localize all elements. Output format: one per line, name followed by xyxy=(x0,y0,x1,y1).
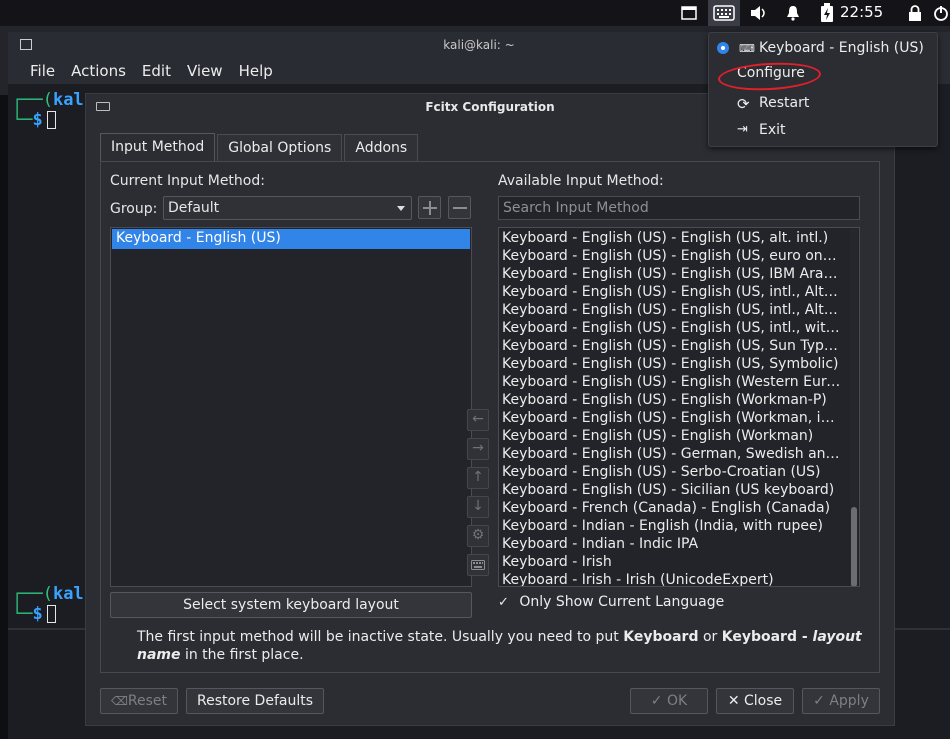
list-item[interactable]: Keyboard - English (US) - English (US, i… xyxy=(499,283,841,301)
available-input-method-list[interactable]: Keyboard - English (US) - English (US, a… xyxy=(498,227,860,587)
chevron-down-icon xyxy=(397,206,405,211)
list-item[interactable]: Keyboard - French (Canada) - English (Ca… xyxy=(499,499,841,517)
tab-global-options[interactable]: Global Options xyxy=(217,134,343,161)
window-icon[interactable] xyxy=(676,0,702,26)
list-item[interactable]: Keyboard - English (US) - English (US, i… xyxy=(499,319,841,337)
menu-help[interactable]: Help xyxy=(231,58,281,84)
checkmark-icon: ✓ xyxy=(498,595,509,610)
menu-actions[interactable]: Actions xyxy=(63,58,134,84)
list-item[interactable]: Keyboard - English (US) - German, Swedis… xyxy=(499,445,841,463)
search-input-method-field[interactable]: Search Input Method xyxy=(498,196,860,220)
fcitx-tray-menu: ⌨ Keyboard - English (US) Configure ⟳ Re… xyxy=(708,32,938,147)
tab-addons[interactable]: Addons xyxy=(344,134,419,161)
remove-group-button[interactable] xyxy=(448,196,471,219)
list-item[interactable]: Keyboard - Irish - Irish (UnicodeExpert) xyxy=(499,571,841,586)
terminal-title: kali@kali: ~ xyxy=(443,38,515,52)
list-item[interactable]: Keyboard - English (US) - English (US, e… xyxy=(499,247,841,265)
menu-item-exit[interactable]: ⇥ Exit xyxy=(709,121,937,145)
move-left-icon[interactable]: ← xyxy=(467,409,489,431)
reset-button[interactable]: ⌫Reset xyxy=(100,688,178,714)
lock-icon[interactable] xyxy=(902,0,928,26)
list-item[interactable]: Keyboard - English (US) - English (US, I… xyxy=(499,265,841,283)
radio-selected-icon xyxy=(717,42,729,54)
menu-view[interactable]: View xyxy=(179,58,231,84)
close-button[interactable]: ✕ Close xyxy=(716,688,794,714)
only-show-current-language-checkbox[interactable]: ✓ Only Show Current Language xyxy=(498,594,724,610)
menu-edit[interactable]: Edit xyxy=(134,58,179,84)
list-item[interactable]: Keyboard - English (US) - English (US, a… xyxy=(499,229,841,247)
keyboard-layout-icon[interactable] xyxy=(467,554,489,576)
terminal-cursor xyxy=(46,111,56,129)
close-icon: ✕ xyxy=(727,693,740,709)
apply-button[interactable]: ✓ Apply xyxy=(802,688,880,714)
volume-icon[interactable] xyxy=(746,0,772,26)
list-item[interactable]: Keyboard - Irish xyxy=(499,553,841,571)
list-item[interactable]: Keyboard - English (US) - English (Workm… xyxy=(499,391,841,409)
available-list-scrollbar[interactable] xyxy=(850,229,858,586)
list-item[interactable]: Keyboard - English (US) - English (US, i… xyxy=(499,301,841,319)
keyboard-icon: ⌨ xyxy=(739,42,755,55)
current-input-method-list[interactable]: Keyboard - English (US) xyxy=(110,227,472,587)
menu-file[interactable]: File xyxy=(22,58,63,84)
input-method-panel: Current Input Method: Group: Default Key… xyxy=(100,161,880,673)
keyboard-icon xyxy=(96,102,110,111)
tab-input-method[interactable]: Input Method xyxy=(100,133,216,161)
list-item[interactable]: Keyboard - Indian - English (India, with… xyxy=(499,517,841,535)
keyboard-icon[interactable] xyxy=(708,0,740,26)
select-system-keyboard-layout-button[interactable]: Select system keyboard layout xyxy=(110,592,472,618)
exit-icon: ⇥ xyxy=(737,122,748,137)
backspace-icon: ⌫ xyxy=(110,694,128,708)
power-icon[interactable] xyxy=(932,0,950,26)
scrollbar-thumb[interactable] xyxy=(851,507,857,586)
current-input-method-label: Current Input Method: xyxy=(110,173,265,189)
terminal-prompt-top: ┌──(kal └─$ xyxy=(12,90,84,130)
list-item[interactable]: Keyboard - English (US) - English (Weste… xyxy=(499,373,841,391)
group-label: Group: xyxy=(110,201,158,217)
available-input-method-label: Available Input Method: xyxy=(498,173,664,189)
top-panel: 22:55 xyxy=(0,0,950,26)
battery-charging-icon[interactable] xyxy=(814,0,840,26)
terminal-prompt-bottom: ┌──(kal └─$ xyxy=(12,584,84,624)
checkmark-icon: ✓ xyxy=(650,693,663,709)
gear-icon[interactable]: ⚙ xyxy=(467,525,489,547)
refresh-icon: ⟳ xyxy=(737,95,750,113)
desktop-edge xyxy=(0,95,8,739)
bell-icon[interactable] xyxy=(780,0,806,26)
terminal-window-icon xyxy=(20,39,32,50)
ok-button[interactable]: ✓ OK xyxy=(630,688,708,714)
fcitx-config-dialog: Fcitx Configuration Input Method Global … xyxy=(85,93,895,726)
group-select[interactable]: Default xyxy=(163,196,412,220)
list-item[interactable]: Keyboard - English (US) - English (Workm… xyxy=(499,409,841,427)
dialog-title: Fcitx Configuration xyxy=(425,100,555,114)
clock[interactable]: 22:55 xyxy=(840,3,883,21)
tab-bar: Input Method Global Options Addons xyxy=(100,133,420,161)
checkmark-icon: ✓ xyxy=(813,693,825,709)
group-select-value: Default xyxy=(168,200,220,216)
list-item[interactable]: Keyboard - English (US) xyxy=(112,229,470,249)
list-item[interactable]: Keyboard - English (US) - Serbo-Croatian… xyxy=(499,463,841,481)
checkbox-label: Only Show Current Language xyxy=(519,594,725,610)
menu-item-keyboard-english[interactable]: ⌨ Keyboard - English (US) xyxy=(709,33,937,63)
list-item[interactable]: Keyboard - English (US) - English (US, S… xyxy=(499,355,841,373)
hint-text: The first input method will be inactive … xyxy=(137,629,862,663)
move-up-icon[interactable]: ↑ xyxy=(467,467,489,489)
restore-defaults-button[interactable]: Restore Defaults xyxy=(186,688,324,714)
menu-item-restart[interactable]: ⟳ Restart xyxy=(709,94,937,118)
list-item[interactable]: Keyboard - Indian - Indic IPA xyxy=(499,535,841,553)
list-item[interactable]: Keyboard - English (US) - English (Workm… xyxy=(499,427,841,445)
add-group-button[interactable] xyxy=(418,196,441,219)
move-down-icon[interactable]: ↓ xyxy=(467,496,489,518)
list-item[interactable]: Keyboard - English (US) - English (US, S… xyxy=(499,337,841,355)
list-item[interactable]: Keyboard - English (US) - Sicilian (US k… xyxy=(499,481,841,499)
move-right-icon[interactable]: → xyxy=(467,438,489,460)
